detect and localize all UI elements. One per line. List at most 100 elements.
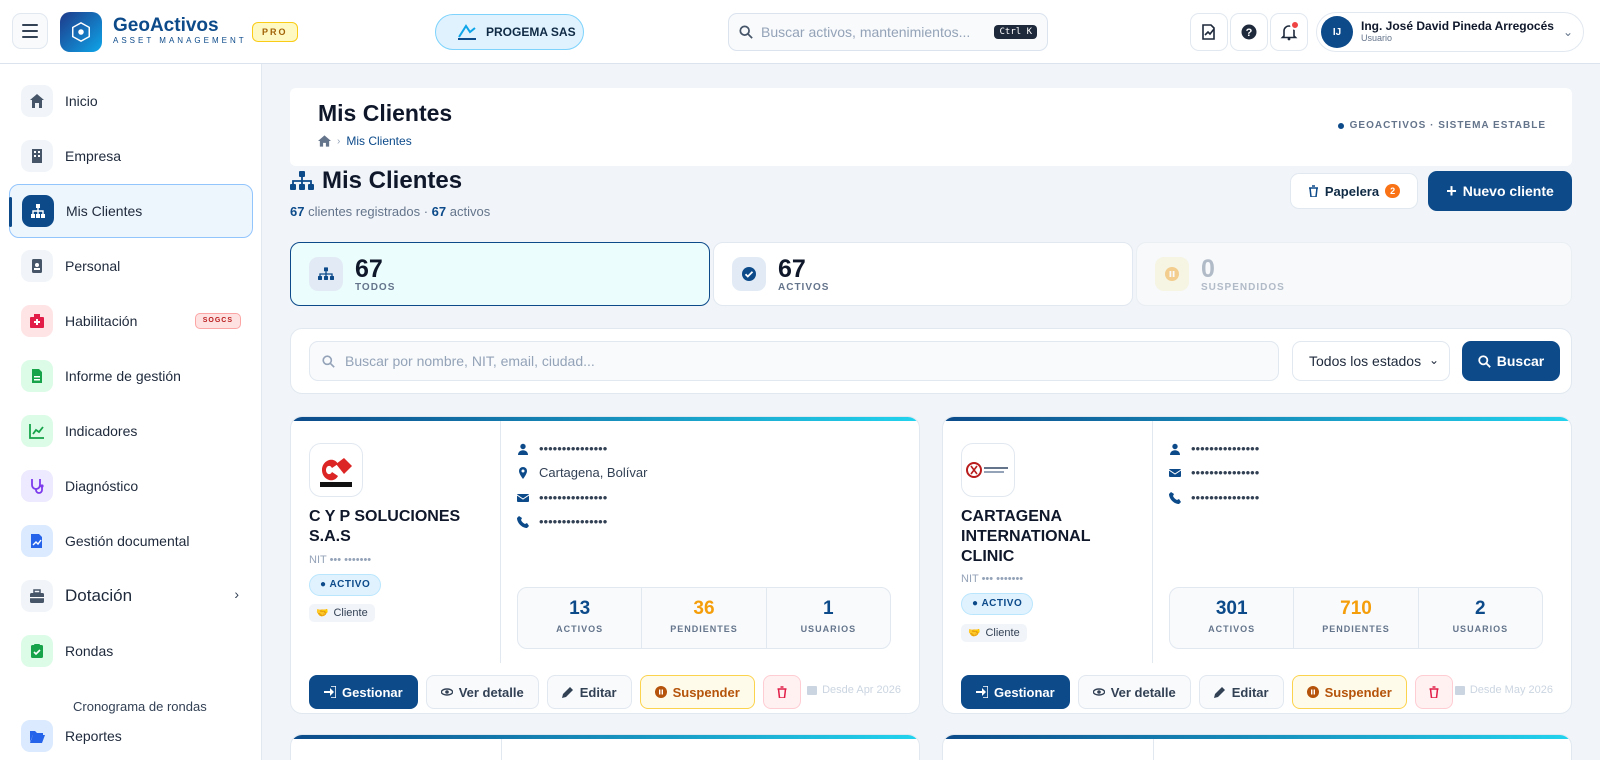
company-logo-icon	[458, 24, 476, 40]
eye-icon	[440, 688, 453, 696]
metric-users: 2 USUARIOS	[1419, 588, 1542, 648]
breadcrumb-current[interactable]: Mis Clientes	[346, 134, 411, 148]
sidebar-item-empresa[interactable]: Empresa	[9, 129, 253, 183]
cyp-logo-icon	[320, 458, 352, 487]
sitemap-icon	[290, 171, 314, 190]
metric-label: USUARIOS	[1452, 624, 1509, 634]
client-since: Desde May 2026	[1454, 684, 1553, 696]
sidebar-item-mis-clientes[interactable]: Mis Clientes	[9, 184, 253, 238]
sidebar-item-informe-de-gesti-n[interactable]: Informe de gestión	[9, 349, 253, 403]
suspend-label: Suspender	[672, 684, 740, 700]
suspend-button[interactable]: Suspender	[639, 675, 755, 709]
sidebar-item-label: Indicadores	[65, 423, 138, 439]
status-filter-select[interactable]: Todos los estados ⌄	[1292, 341, 1450, 381]
search-button[interactable]: Buscar	[1462, 341, 1560, 381]
sidebar-item-label: Mis Clientes	[66, 203, 143, 219]
view-detail-button[interactable]: Ver detalle	[425, 675, 539, 709]
top-bar: GeoActivos ASSET MANAGEMENT PRO PROGEMA …	[0, 0, 1600, 64]
signature-button[interactable]	[1190, 13, 1228, 51]
global-search[interactable]: Buscar activos, mantenimientos... Ctrl K	[728, 13, 1048, 51]
status-badge-label: ACTIVO	[981, 598, 1023, 609]
suspend-label: Suspender	[1324, 684, 1392, 700]
metric-label: PENDIENTES	[1322, 624, 1390, 634]
client-city-value: Cartagena, Bolívar	[539, 465, 648, 480]
trash-button[interactable]: Papelera 2	[1290, 173, 1418, 209]
trash-icon	[1308, 185, 1318, 197]
eye-icon	[1092, 688, 1105, 696]
status-badge: ● ACTIVO	[309, 574, 382, 596]
search-button-label: Buscar	[1496, 353, 1545, 369]
file-report-icon	[21, 360, 53, 392]
home-icon[interactable]	[318, 135, 331, 147]
new-client-button[interactable]: + Nuevo cliente	[1428, 171, 1572, 211]
menu-toggle-button[interactable]	[12, 13, 48, 49]
user-menu[interactable]: IJ Ing. José David Pineda Arregocés Usua…	[1316, 12, 1584, 52]
sidebar-item-rondas[interactable]: Rondas	[9, 624, 253, 678]
sidebar-item-gesti-n-documental[interactable]: Gestión documental	[9, 514, 253, 568]
edit-button[interactable]: Editar	[1198, 675, 1284, 709]
phone-icon	[1169, 491, 1181, 504]
sidebar-item-indicadores[interactable]: Indicadores	[9, 404, 253, 458]
manage-button[interactable]: Gestionar	[961, 675, 1070, 709]
stat-card-suspended[interactable]: 0 SUSPENDIDOS	[1136, 242, 1572, 306]
metric-value: 301	[1215, 598, 1248, 619]
status-dot	[1337, 122, 1344, 129]
edit-label: Editar	[1231, 684, 1269, 700]
delete-button[interactable]	[1414, 675, 1453, 709]
stat-value: 67	[355, 254, 383, 283]
client-since: Desde Apr 2026	[807, 684, 901, 696]
sidebar-item-diagn-stico[interactable]: Diagnóstico	[9, 459, 253, 513]
breadcrumb-separator: ›	[337, 135, 341, 147]
sidebar-item-habilitaci-n[interactable]: Habilitación SOGCS	[9, 294, 253, 348]
sidebar-item-dotaci-n[interactable]: Dotación ›	[9, 569, 253, 623]
metric-value: 2	[1475, 598, 1486, 619]
metric-users: 1 USUARIOS	[767, 588, 890, 648]
client-phone: •••••••••••••••	[517, 514, 607, 529]
status-filter-value: Todos los estados	[1309, 353, 1422, 369]
manage-button[interactable]: Gestionar	[309, 675, 418, 709]
client-name-line: CARTAGENA	[961, 508, 1063, 525]
client-card-partial	[942, 734, 1572, 760]
client-card-partial	[290, 734, 920, 760]
company-selector[interactable]: PROGEMA SAS	[435, 14, 584, 50]
handshake-icon: 🤝	[316, 607, 329, 619]
status-badge: ● ACTIVO	[961, 593, 1034, 615]
stat-card-active[interactable]: 67 ACTIVOS	[713, 242, 1133, 306]
client-search-input[interactable]: Buscar por nombre, NIT, email, ciudad...	[309, 341, 1279, 381]
sitemap-icon	[22, 195, 54, 227]
sidebar-item-label: Rondas	[65, 643, 114, 659]
system-status-text: GEOACTIVOS · SISTEMA ESTABLE	[1349, 120, 1546, 131]
card-divider	[501, 739, 502, 760]
client-logo	[961, 443, 1015, 497]
metric-value: 710	[1340, 598, 1372, 619]
client-email: •••••••••••••••	[1169, 465, 1259, 480]
help-button[interactable]: ?	[1230, 13, 1268, 51]
client-phone-value: •••••••••••••••	[1191, 490, 1260, 505]
view-detail-button[interactable]: Ver detalle	[1077, 675, 1191, 709]
notifications-button[interactable]	[1270, 13, 1308, 51]
client-nit: NIT ••• •••••••	[309, 554, 372, 566]
edit-button[interactable]: Editar	[546, 675, 632, 709]
suspend-button[interactable]: Suspender	[1291, 675, 1407, 709]
pause-circle-icon	[1155, 257, 1189, 291]
user-name: Ing. José David Pineda Arregocés	[1361, 19, 1554, 33]
trash-icon	[1429, 686, 1439, 698]
pause-circle-icon	[1306, 686, 1319, 698]
plan-badge: PRO	[252, 22, 298, 42]
sidebar-item-personal[interactable]: Personal	[9, 239, 253, 293]
sidebar-item-reportes[interactable]: Reportes	[9, 709, 253, 760]
client-phone: •••••••••••••••	[1169, 490, 1259, 505]
delete-button[interactable]	[762, 675, 801, 709]
client-card-identity: CARTAGENA INTERNATIONAL CLINIC NIT ••• •••…	[943, 421, 1153, 663]
client-name-line: INTERNATIONAL	[961, 528, 1091, 545]
metric-pending: 710 PENDIENTES	[1294, 588, 1419, 648]
app-logo[interactable]	[60, 12, 102, 52]
client-type-tag: 🤝 Cliente	[309, 604, 375, 622]
brand-name: GeoActivos	[113, 15, 219, 36]
stat-card-all[interactable]: 67 TODOS	[290, 242, 710, 306]
sidebar-item-inicio[interactable]: Inicio	[9, 74, 253, 128]
sidebar-item-label: Personal	[65, 258, 121, 274]
global-search-input[interactable]: Buscar activos, mantenimientos...	[761, 24, 986, 40]
folder-open-icon	[21, 720, 53, 752]
filter-bar: Buscar por nombre, NIT, email, ciudad...…	[290, 328, 1572, 394]
